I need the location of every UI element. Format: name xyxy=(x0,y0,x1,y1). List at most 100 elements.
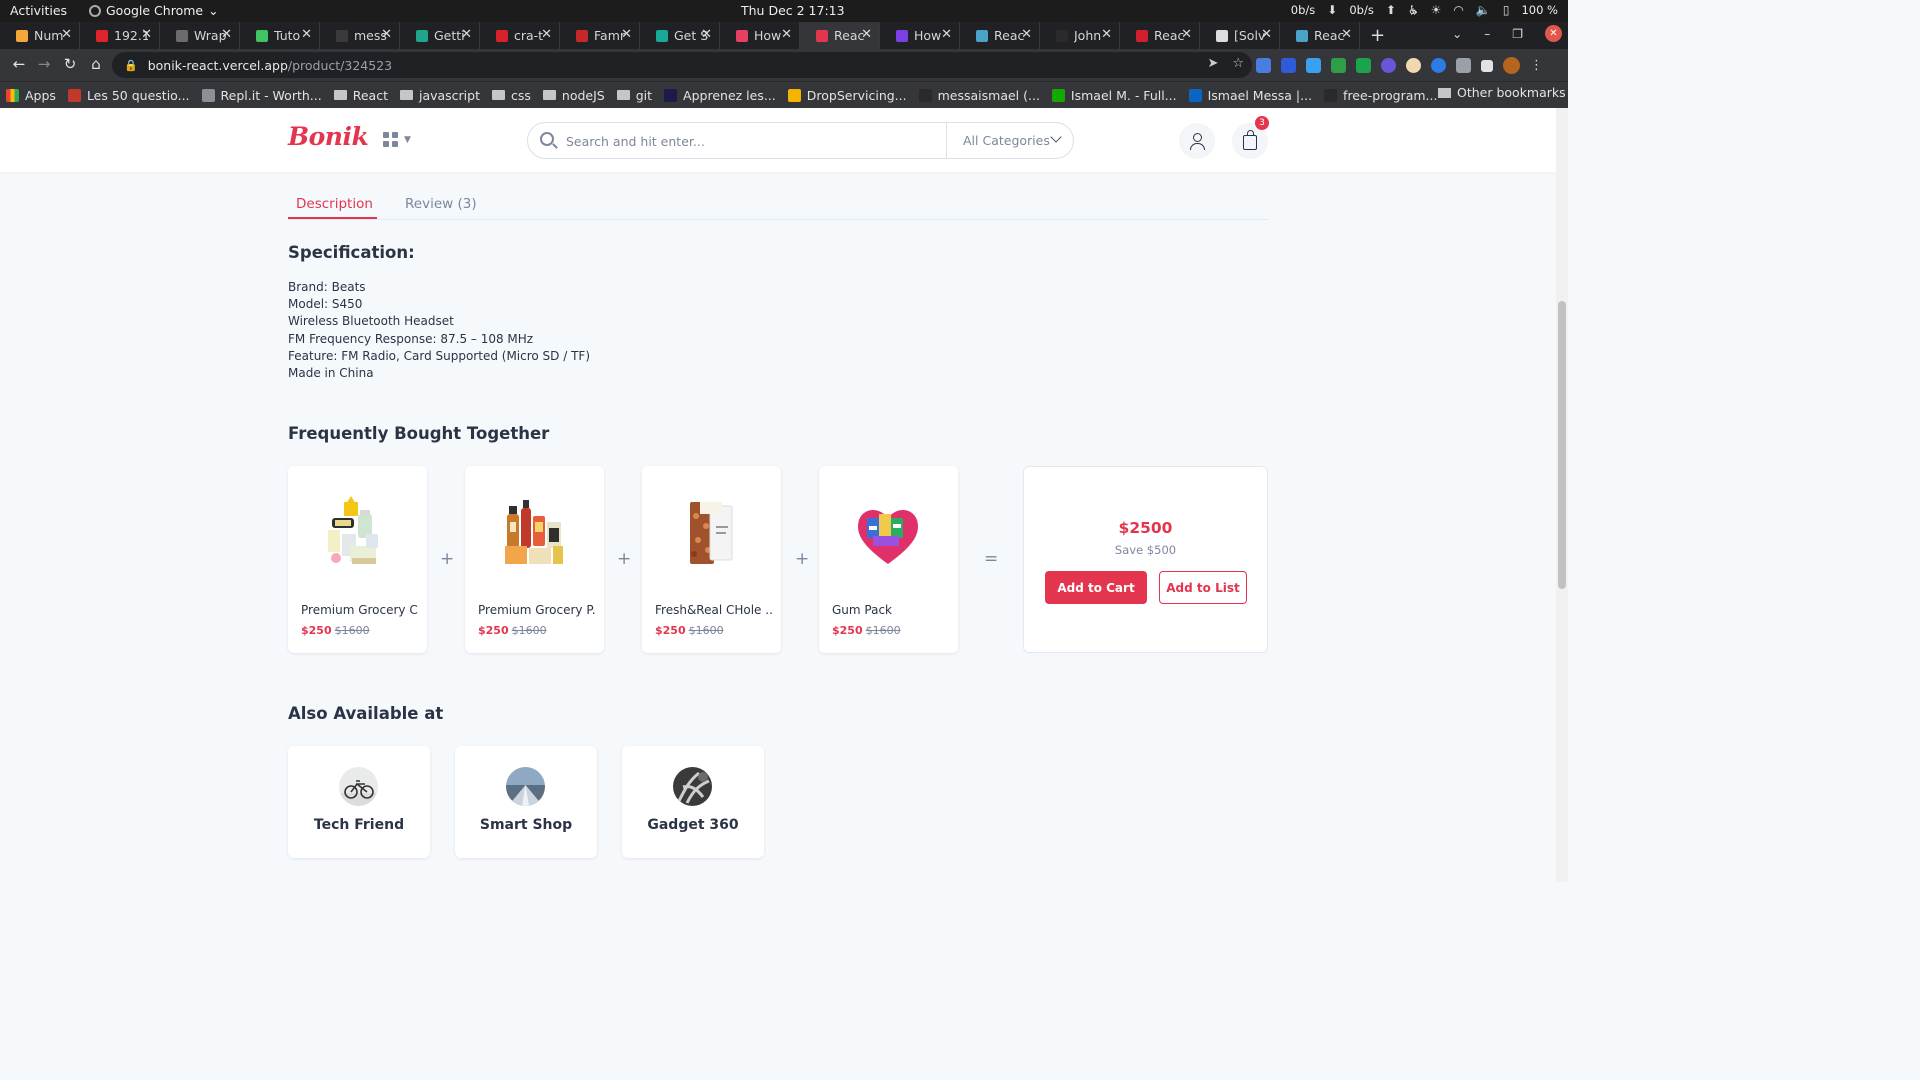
browser-tab[interactable]: Wrap ✕ xyxy=(160,22,240,49)
product-card[interactable]: Premium Grocery C... $250 $1600 xyxy=(288,466,427,653)
browser-tab[interactable]: [Solv ✕ xyxy=(1200,22,1280,49)
restore-icon[interactable]: ❐ xyxy=(1512,27,1523,41)
tab-close-icon[interactable]: ✕ xyxy=(1021,27,1032,42)
minimize-icon[interactable]: – xyxy=(1484,27,1490,41)
bookmark-label: React xyxy=(352,87,388,103)
new-tab-button[interactable]: + xyxy=(1370,25,1385,46)
shop-card[interactable]: Gadget 360 xyxy=(622,746,764,858)
bookmark-item[interactable]: Les 50 questio... xyxy=(62,88,196,103)
browser-tab[interactable]: Reac ✕ xyxy=(1280,22,1360,49)
bookmark-item[interactable]: git xyxy=(611,88,658,103)
bookmark-star-icon[interactable]: ☆ xyxy=(1232,56,1244,71)
translate-extension-icon[interactable] xyxy=(1256,58,1271,73)
lock-icon[interactable]: 🔒 xyxy=(124,59,138,72)
close-window-icon[interactable]: ✕ xyxy=(1545,25,1562,42)
extension-icon[interactable] xyxy=(1331,58,1346,73)
category-select[interactable]: All Categories xyxy=(946,123,1074,158)
bookmark-item[interactable]: Repl.it - Worth... xyxy=(196,88,328,103)
tab-close-icon[interactable]: ✕ xyxy=(1101,27,1112,42)
tab-close-icon[interactable]: ✕ xyxy=(461,27,472,42)
bookmark-item[interactable]: DropServicing... xyxy=(782,88,913,103)
profile-avatar[interactable] xyxy=(1503,57,1520,74)
browser-tab[interactable]: Getti ✕ xyxy=(400,22,480,49)
tab-close-icon[interactable]: ✕ xyxy=(621,27,632,42)
extension-icon[interactable] xyxy=(1381,58,1396,73)
extension-icon[interactable] xyxy=(1306,58,1321,73)
clock[interactable]: Thu Dec 2 17:13 xyxy=(741,3,845,18)
other-bookmarks-folder[interactable]: Other bookmarks xyxy=(1438,85,1566,100)
address-bar[interactable]: 🔒 bonik-react.vercel.app/product/324523 … xyxy=(112,52,1252,78)
account-button[interactable] xyxy=(1179,123,1215,159)
site-logo[interactable]: Bonik xyxy=(288,122,369,151)
shop-card[interactable]: Tech Friend xyxy=(288,746,430,858)
tab-close-icon[interactable]: ✕ xyxy=(781,27,792,42)
reload-icon[interactable]: ↻ xyxy=(57,55,83,73)
puzzle-icon[interactable] xyxy=(1456,58,1471,73)
bookmark-item[interactable]: free-program... xyxy=(1318,88,1443,103)
bookmark-favicon-icon xyxy=(1051,88,1065,102)
tab-review[interactable]: Review (3) xyxy=(405,196,477,212)
search-input[interactable] xyxy=(566,131,936,151)
tab-close-icon[interactable]: ✕ xyxy=(1341,27,1352,42)
browser-tab[interactable]: 192.1 ✕ xyxy=(80,22,160,49)
bookmark-item[interactable]: css xyxy=(486,88,537,103)
browser-tab[interactable]: Reac ✕ xyxy=(800,22,880,49)
browser-tab[interactable]: Num ✕ xyxy=(0,22,80,49)
extension-icon[interactable] xyxy=(1406,58,1421,73)
tab-close-icon[interactable]: ✕ xyxy=(1181,27,1192,42)
browser-tab[interactable]: How ✕ xyxy=(720,22,800,49)
browser-tab[interactable]: mess ✕ xyxy=(320,22,400,49)
bookmark-item[interactable]: Apps xyxy=(0,88,62,103)
bookmark-item[interactable]: Ismael M. - Full... xyxy=(1046,88,1183,103)
bookmark-item[interactable]: javascript xyxy=(394,88,486,103)
browser-tab[interactable]: Famr ✕ xyxy=(560,22,640,49)
tab-close-icon[interactable]: ✕ xyxy=(221,27,232,42)
shop-card[interactable]: Smart Shop xyxy=(455,746,597,858)
more-menu-icon[interactable]: ⋮ xyxy=(1530,58,1543,73)
extension-icon[interactable] xyxy=(1281,58,1296,73)
add-to-cart-button[interactable]: Add to Cart xyxy=(1045,571,1147,604)
tab-close-icon[interactable]: ✕ xyxy=(301,27,312,42)
tab-close-icon[interactable]: ✕ xyxy=(381,27,392,42)
sync-extension-icon[interactable] xyxy=(1431,58,1446,73)
bookmark-item[interactable]: messaismael (... xyxy=(913,88,1046,103)
send-icon[interactable]: ➤ xyxy=(1207,56,1218,71)
system-tray[interactable]: 0b/s ⬇ 0b/s ⬆ ♿ ☀ ◠ 🔈 ▯ 100 % xyxy=(1291,3,1558,17)
tab-close-icon[interactable]: ✕ xyxy=(61,27,72,42)
bookmark-item[interactable]: nodeJS xyxy=(537,88,611,103)
product-card[interactable]: Premium Grocery P... $250 $1600 xyxy=(465,466,604,653)
tab-search-icon[interactable]: ⌄ xyxy=(1452,27,1462,41)
app-menu[interactable]: Google Chrome ⌄ xyxy=(89,3,219,18)
browser-tab[interactable]: How ✕ xyxy=(880,22,960,49)
active-tab-indicator xyxy=(288,217,377,219)
browser-tab[interactable]: cra-t ✕ xyxy=(480,22,560,49)
tab-description[interactable]: Description xyxy=(296,196,373,212)
tab-close-icon[interactable]: ✕ xyxy=(1261,27,1272,42)
tab-close-icon[interactable]: ✕ xyxy=(861,27,872,42)
product-card[interactable]: Fresh&Real CHole ... $250 $1600 xyxy=(642,466,781,653)
add-to-list-button[interactable]: Add to List xyxy=(1159,571,1247,604)
browser-tab[interactable]: Tuto ✕ xyxy=(240,22,320,49)
browser-tab[interactable]: Get S ✕ xyxy=(640,22,720,49)
product-card[interactable]: Gum Pack $250 $1600 xyxy=(819,466,958,653)
tab-close-icon[interactable]: ✕ xyxy=(541,27,552,42)
activities-button[interactable]: Activities xyxy=(10,3,67,18)
forward-icon[interactable]: → xyxy=(31,55,57,73)
reading-mode-icon[interactable] xyxy=(1481,59,1493,72)
page-scrollbar[interactable] xyxy=(1556,108,1568,882)
tab-close-icon[interactable]: ✕ xyxy=(941,27,952,42)
bookmarks-overflow-button[interactable]: » xyxy=(1410,5,1418,20)
browser-tab[interactable]: Reac ✕ xyxy=(1120,22,1200,49)
home-icon[interactable]: ⌂ xyxy=(83,55,109,73)
shield-extension-icon[interactable] xyxy=(1356,58,1371,73)
browser-tab[interactable]: Reac ✕ xyxy=(960,22,1040,49)
browser-tab[interactable]: John ✕ xyxy=(1040,22,1120,49)
bookmark-item[interactable]: React xyxy=(328,88,394,103)
scrollbar-thumb[interactable] xyxy=(1558,301,1566,589)
back-icon[interactable]: ← xyxy=(6,55,32,73)
bookmark-item[interactable]: Ismael Messa |... xyxy=(1183,88,1318,103)
tab-close-icon[interactable]: ✕ xyxy=(141,27,152,42)
category-menu-button[interactable]: ▼ xyxy=(383,132,411,147)
tab-close-icon[interactable]: ✕ xyxy=(701,27,712,42)
bookmark-item[interactable]: Apprenez les... xyxy=(658,88,782,103)
